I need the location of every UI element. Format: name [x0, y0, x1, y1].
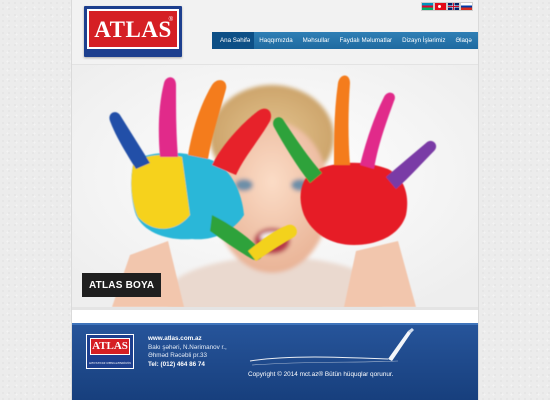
copyright-text: Copyright © 2014 mct.az® Bütün hüquqlar … [248, 371, 394, 378]
address-line-1: Bakı şəhəri, N.Nərimanov r., [148, 343, 227, 351]
atlas-logo[interactable]: ATLAS ® [84, 6, 182, 57]
nav-item-products[interactable]: Məhsullar [298, 32, 335, 49]
hero-divider [72, 307, 478, 310]
site-footer: ATLAS HƏYATINIZ RƏNGLƏNDİRİN www.atlas.c… [72, 323, 478, 400]
uk-flag-icon[interactable] [448, 3, 459, 10]
phone-number: Tel: (012) 464 86 74 [148, 360, 205, 368]
footer-logo-slogan: HƏYATINIZ RƏNGLƏNDİRİN [89, 360, 131, 365]
footer-atlas-logo[interactable]: ATLAS HƏYATINIZ RƏNGLƏNDİRİN [86, 334, 134, 369]
russia-flag-icon[interactable] [461, 3, 472, 10]
contact-info: www.atlas.com.az Bakı şəhəri, N.Nərimano… [148, 335, 227, 369]
pen-signature-icon [249, 328, 414, 366]
registered-mark: ® [168, 17, 173, 23]
nav-item-useful-info[interactable]: Faydalı Məlumatlar [334, 32, 397, 49]
website-link[interactable]: www.atlas.com.az [148, 335, 227, 344]
nav-item-home[interactable]: Ana Səhifə [212, 32, 255, 49]
painted-hands-illustration [72, 65, 478, 307]
hero-caption: ATLAS BOYA [82, 273, 162, 297]
logo-text: ATLAS [94, 16, 172, 42]
turkey-flag-icon[interactable] [435, 3, 446, 10]
language-switcher [422, 3, 472, 10]
footer-logo-text: ATLAS [92, 340, 128, 352]
nav-item-contact[interactable]: Əlaqə [450, 32, 476, 49]
nav-item-design-works[interactable]: Dizayn İşlərimiz [397, 32, 450, 49]
footer-logo-red-panel: ATLAS [90, 338, 130, 355]
page-frame: ATLAS ® Ana Səhifə Haqqımızda Məhsullar … [72, 0, 478, 400]
nav-item-about[interactable]: Haqqımızda [254, 32, 297, 49]
hero-banner: ATLAS BOYA [72, 65, 478, 307]
azerbaijan-flag-icon[interactable] [422, 3, 433, 10]
address-line-2: Əhməd Rəcəbli pr.33 [148, 352, 207, 359]
main-navigation: Ana Səhifə Haqqımızda Məhsullar Faydalı … [212, 32, 478, 49]
logo-red-panel: ATLAS ® [87, 9, 179, 49]
site-header: ATLAS ® Ana Səhifə Haqqımızda Məhsullar … [72, 0, 478, 65]
